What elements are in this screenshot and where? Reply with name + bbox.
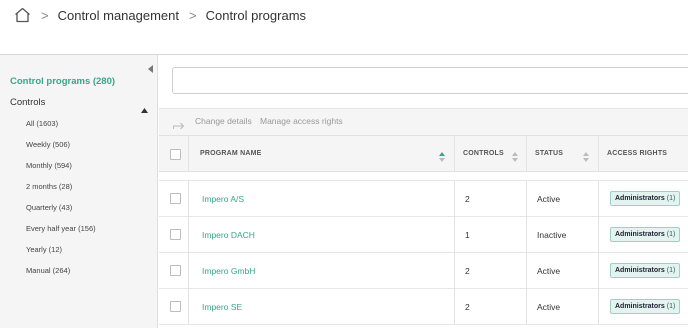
table-header: PROGRAM NAME CONTROLS STATUS ACCESS RIGH…: [159, 135, 688, 173]
badge-label: Administrators: [615, 231, 665, 238]
row-checkbox[interactable]: [170, 301, 181, 312]
sort-icon[interactable]: [512, 149, 518, 162]
column-divider: [526, 136, 527, 173]
column-divider: [598, 289, 599, 325]
select-all-checkbox[interactable]: [170, 149, 181, 160]
badge-count: (1): [666, 231, 676, 238]
change-details-button[interactable]: Change details: [195, 116, 252, 126]
badge-count: (1): [666, 195, 676, 202]
sidebar-item-manual[interactable]: Manual (264): [26, 266, 70, 275]
badge-count: (1): [666, 303, 676, 310]
table-spacer: [159, 172, 688, 181]
sidebar-item-all[interactable]: All (1603): [26, 119, 58, 128]
move-arrow-icon: [173, 117, 185, 130]
table-row[interactable]: Impero A/S 2 Active Administrators (1): [159, 181, 688, 217]
header-program-name[interactable]: PROGRAM NAME: [200, 150, 262, 157]
status-text: Active: [537, 266, 561, 276]
sidebar-item-weekly[interactable]: Weekly (506): [26, 140, 70, 149]
column-divider: [598, 217, 599, 253]
column-divider: [454, 181, 455, 217]
sort-ascending-icon[interactable]: [439, 149, 445, 162]
column-divider: [454, 289, 455, 325]
badge-count: (1): [666, 267, 676, 274]
column-divider: [454, 217, 455, 253]
column-divider: [454, 136, 455, 173]
chevron-up-icon[interactable]: [141, 100, 148, 113]
row-checkbox[interactable]: [170, 265, 181, 276]
program-name-link[interactable]: Impero DACH: [202, 230, 255, 240]
breadcrumb-control-programs: Control programs: [205, 7, 307, 23]
column-divider: [598, 181, 599, 217]
breadcrumb: > Control management > Control programs: [0, 0, 688, 30]
controls-count: 1: [465, 230, 470, 240]
chevron-right-icon: >: [189, 7, 197, 23]
search-input[interactable]: [172, 67, 688, 94]
program-name-link[interactable]: Impero GmbH: [202, 266, 255, 276]
badge-label: Administrators: [615, 195, 665, 202]
column-divider: [598, 253, 599, 289]
column-divider: [526, 181, 527, 217]
column-divider: [188, 136, 189, 173]
column-divider: [188, 217, 189, 253]
controls-count: 2: [465, 194, 470, 204]
table-row[interactable]: Impero DACH 1 Inactive Administrators (1…: [159, 217, 688, 253]
row-checkbox[interactable]: [170, 193, 181, 204]
chevron-left-icon[interactable]: [148, 60, 154, 73]
controls-count: 2: [465, 266, 470, 276]
header-controls[interactable]: CONTROLS: [463, 150, 504, 157]
sidebar-item-monthly[interactable]: Monthly (594): [26, 161, 72, 170]
header-status[interactable]: STATUS: [535, 150, 563, 157]
sidebar-item-control-programs[interactable]: Control programs (280): [10, 76, 115, 87]
column-divider: [454, 253, 455, 289]
column-divider: [526, 253, 527, 289]
access-rights-badge[interactable]: Administrators (1): [610, 227, 681, 242]
access-rights-badge[interactable]: Administrators (1): [610, 263, 681, 278]
sidebar: Control programs (280) Controls All (160…: [0, 55, 158, 328]
column-divider: [188, 181, 189, 217]
access-rights-badge[interactable]: Administrators (1): [610, 299, 681, 314]
sort-icon[interactable]: [583, 149, 589, 162]
access-rights-badge[interactable]: Administrators (1): [610, 191, 681, 206]
header-access-rights[interactable]: ACCESS RIGHTS: [607, 150, 667, 157]
column-divider: [188, 253, 189, 289]
badge-label: Administrators: [615, 267, 665, 274]
program-name-link[interactable]: Impero SE: [202, 302, 242, 312]
breadcrumb-control-management[interactable]: Control management: [58, 8, 179, 23]
toolbar: Change details Manage access rights: [159, 108, 688, 135]
column-divider: [598, 136, 599, 173]
column-divider: [526, 289, 527, 325]
sidebar-item-yearly[interactable]: Yearly (12): [26, 245, 62, 254]
column-divider: [526, 217, 527, 253]
status-text: Inactive: [537, 230, 567, 240]
sidebar-item-every-half-year[interactable]: Every half year (156): [26, 224, 96, 233]
manage-access-rights-button[interactable]: Manage access rights: [260, 116, 343, 126]
program-name-link[interactable]: Impero A/S: [202, 194, 244, 204]
status-text: Active: [537, 302, 561, 312]
sidebar-item-2-months[interactable]: 2 months (28): [26, 182, 72, 191]
column-divider: [188, 289, 189, 325]
sidebar-item-quarterly[interactable]: Quarterly (43): [26, 203, 72, 212]
home-icon[interactable]: [14, 7, 31, 23]
badge-label: Administrators: [615, 303, 665, 310]
table-row[interactable]: Impero GmbH 2 Active Administrators (1): [159, 253, 688, 289]
controls-count: 2: [465, 302, 470, 312]
status-text: Active: [537, 194, 561, 204]
table-row[interactable]: Impero SE 2 Active Administrators (1): [159, 289, 688, 325]
chevron-right-icon: >: [41, 7, 49, 23]
row-checkbox[interactable]: [170, 229, 181, 240]
sidebar-section-controls[interactable]: Controls: [10, 97, 45, 108]
